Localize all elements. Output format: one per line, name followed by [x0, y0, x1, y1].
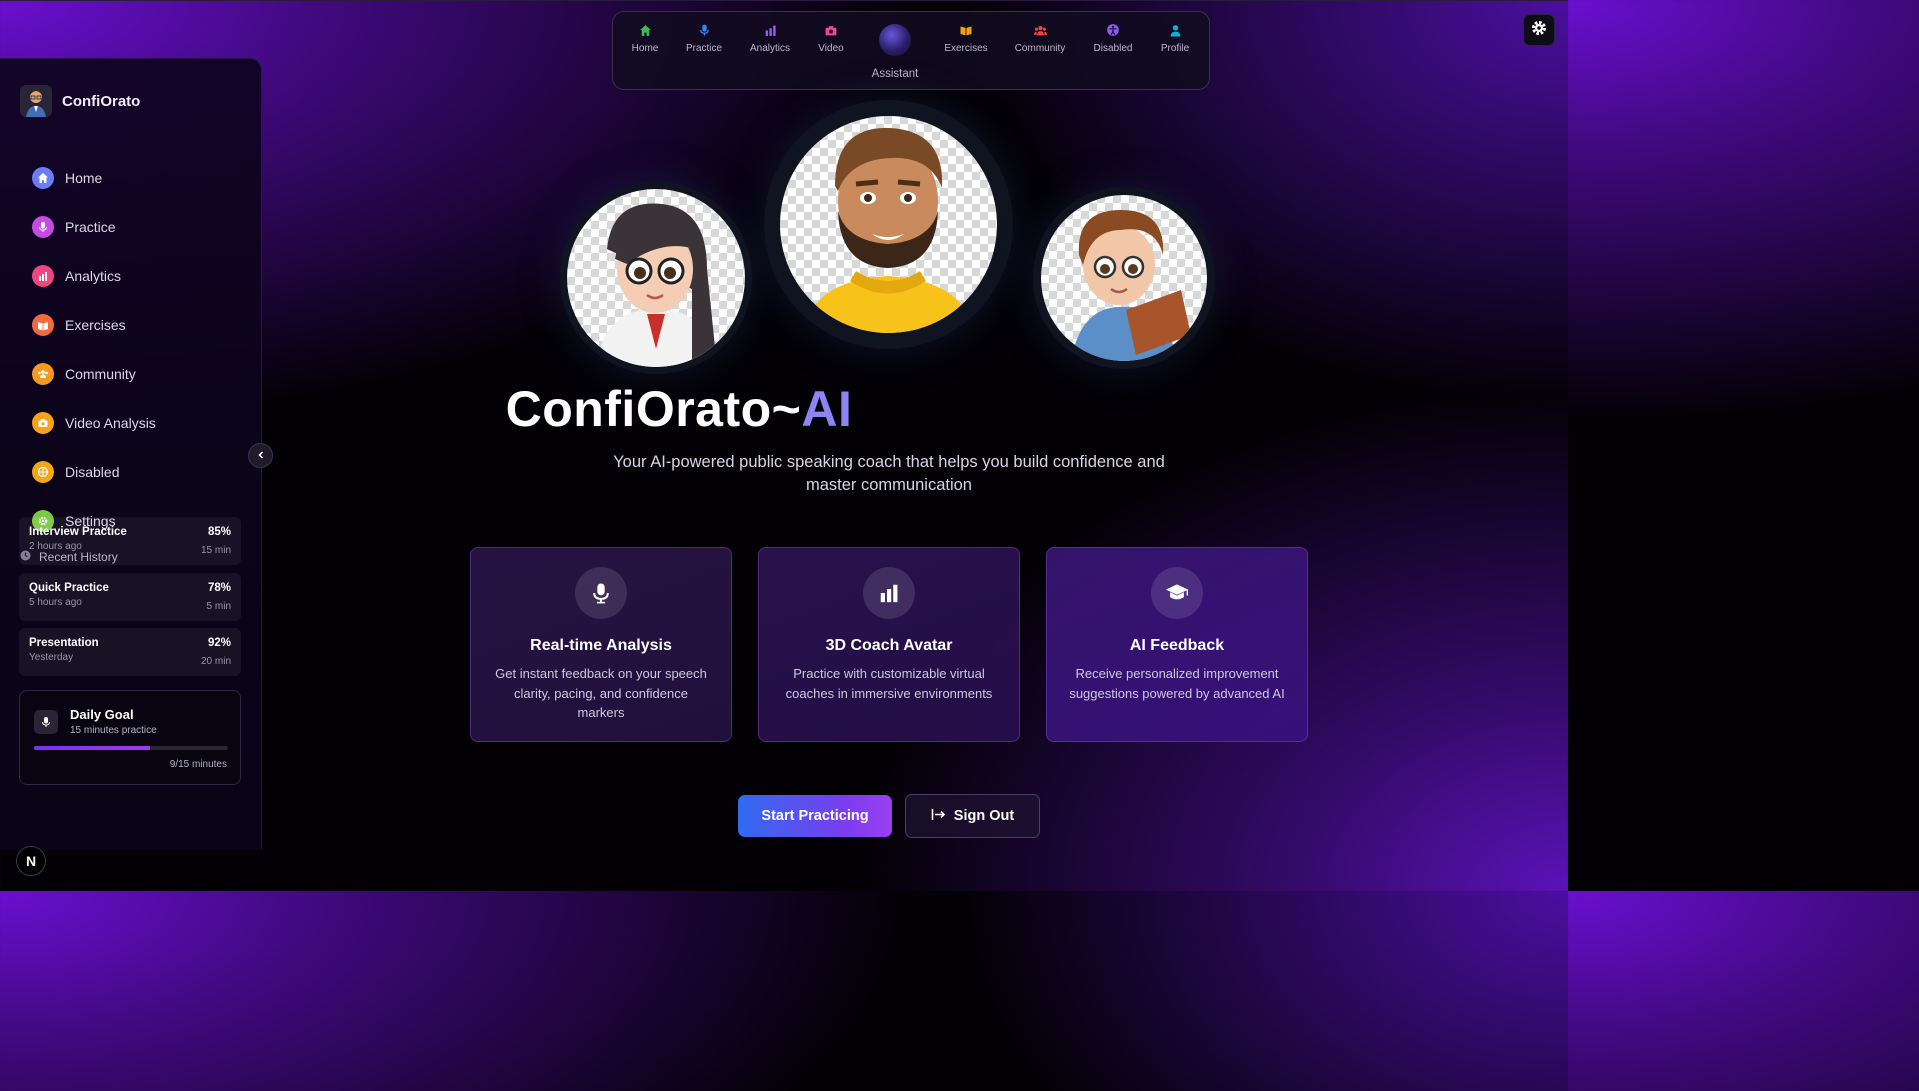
sidebar-collapse-button[interactable] [248, 443, 273, 468]
users-icon [1032, 22, 1048, 38]
home-icon [32, 166, 54, 189]
history-title: Interview Practice [29, 526, 127, 538]
tab-community[interactable]: Community [1005, 22, 1075, 54]
tab-label: Assistant [871, 68, 919, 80]
hero-title-accent: AI [801, 381, 853, 437]
start-practicing-label: Start Practicing [761, 808, 869, 824]
gear-icon [1530, 19, 1548, 42]
coach-avatar-left[interactable] [567, 189, 745, 367]
tab-profile[interactable]: Profile [1140, 22, 1210, 54]
sign-out-button[interactable]: Sign Out [905, 794, 1040, 838]
history-duration: 15 min [200, 545, 231, 556]
hero-subtitle: Your AI-powered public speaking coach th… [613, 453, 1165, 494]
assistant-orb-icon [879, 24, 911, 56]
microphone-icon [34, 710, 58, 734]
history-title: Quick Practice [29, 581, 109, 594]
sidebar-item-label: Analytics [65, 267, 122, 284]
daily-goal-progress-fill [34, 746, 151, 750]
history-score: 92% [207, 637, 231, 649]
history-list: Interview Practice 2 hours ago 85% 15 mi… [19, 517, 241, 684]
tab-label: Profile [1160, 43, 1190, 54]
history-item[interactable]: Interview Practice 2 hours ago 85% 15 mi… [19, 517, 241, 565]
user-icon [1167, 22, 1183, 38]
feature-desc: Practice with customizable virtual coach… [785, 666, 993, 701]
coach-avatar-right[interactable] [1041, 195, 1207, 361]
book-icon [958, 22, 974, 38]
top-border [0, 0, 1568, 1]
history-duration: 20 min [200, 656, 231, 667]
feature-card[interactable]: 3D Coach Avatar Practice with customizab… [758, 547, 1020, 742]
tab-label: Home [631, 43, 659, 54]
microphone-icon [575, 567, 627, 619]
feature-title: Real-time Analysis [530, 637, 672, 654]
history-score: 85% [207, 526, 231, 538]
brand-avatar [20, 85, 52, 117]
sidebar-item-disabled[interactable]: Disabled [32, 447, 156, 496]
feature-card[interactable]: Real-time Analysis Get instant feedback … [470, 547, 732, 742]
hero-title: ConfiOrato~AI [0, 380, 1358, 438]
sidebar-item-label: Disabled [65, 463, 120, 480]
settings-button[interactable] [1523, 14, 1555, 46]
chevron-left-icon [256, 447, 266, 465]
feature-card[interactable]: AI Feedback Receive personalized improve… [1046, 547, 1308, 742]
sidebar-item-label: Practice [65, 218, 116, 235]
sidebar-item-analytics[interactable]: Analytics [32, 251, 156, 300]
history-item[interactable]: Presentation Yesterday 92% 20 min [19, 628, 241, 676]
sidebar-item-label: Home [65, 169, 103, 186]
sign-out-label: Sign Out [953, 808, 1015, 824]
coach-avatar-center[interactable] [780, 116, 997, 333]
dev-badge[interactable]: N [16, 846, 46, 876]
dev-badge-label: N [25, 853, 37, 869]
bar-chart-icon [762, 22, 778, 38]
daily-goal-progress [34, 746, 228, 750]
accessibility-icon [32, 460, 54, 483]
camera-icon [823, 22, 839, 38]
tab-exercises[interactable]: Exercises [931, 22, 1001, 54]
feature-desc: Receive personalized improvement suggest… [1069, 666, 1285, 701]
history-time: 5 hours ago [29, 596, 82, 608]
tab-label: Analytics [749, 43, 790, 54]
microphone-icon [696, 22, 712, 38]
home-icon [637, 22, 653, 38]
start-practicing-button[interactable]: Start Practicing [738, 795, 892, 837]
sidebar-item-practice[interactable]: Practice [32, 202, 156, 251]
graduation-cap-icon [1151, 567, 1203, 619]
brand[interactable]: ConfiOrato [20, 85, 140, 117]
daily-goal-title: Daily Goal [70, 707, 134, 722]
tab-label: Exercises [944, 43, 988, 54]
tab-label: Disabled [1093, 43, 1133, 54]
tab-analytics[interactable]: Analytics [735, 22, 805, 54]
brand-name: ConfiOrato [62, 92, 141, 110]
bar-chart-icon [863, 567, 915, 619]
tab-label: Community [1014, 43, 1066, 54]
history-title: Presentation [29, 637, 99, 649]
daily-goal-card: Daily Goal 15 minutes practice 9/15 minu… [19, 690, 241, 785]
feature-desc: Get instant feedback on your speech clar… [495, 666, 707, 720]
history-duration: 5 min [206, 600, 231, 612]
sidebar: ConfiOrato Home Practice Analytics Exerc… [0, 58, 273, 850]
feature-title: 3D Coach Avatar [825, 637, 953, 654]
tab-video[interactable]: Video [796, 22, 866, 54]
feature-title: AI Feedback [1129, 637, 1225, 654]
history-item[interactable]: Quick Practice 5 hours ago 78% 5 min [19, 572, 241, 621]
book-icon [32, 313, 54, 336]
tab-disabled[interactable]: Disabled [1078, 22, 1148, 54]
daily-goal-count: 9/15 minutes [169, 759, 227, 770]
sidebar-item-label: Exercises [65, 316, 126, 333]
tab-label: Practice [685, 43, 723, 54]
history-score: 78% [207, 581, 231, 594]
accessibility-icon [1105, 22, 1121, 38]
tab-practice[interactable]: Practice [669, 22, 739, 54]
bar-chart-icon [32, 264, 54, 287]
sidebar-nav: Home Practice Analytics Exercises Commun… [32, 153, 156, 545]
sign-out-icon [931, 808, 946, 825]
sidebar-item-home[interactable]: Home [32, 153, 156, 202]
hero-title-main: ConfiOrato~ [505, 381, 802, 437]
sidebar-item-exercises[interactable]: Exercises [32, 300, 156, 349]
daily-goal-subtitle: 15 minutes practice [70, 725, 157, 736]
tab-assistant[interactable]: Assistant [860, 24, 930, 80]
tab-label: Video [818, 43, 844, 54]
microphone-icon [32, 215, 54, 238]
